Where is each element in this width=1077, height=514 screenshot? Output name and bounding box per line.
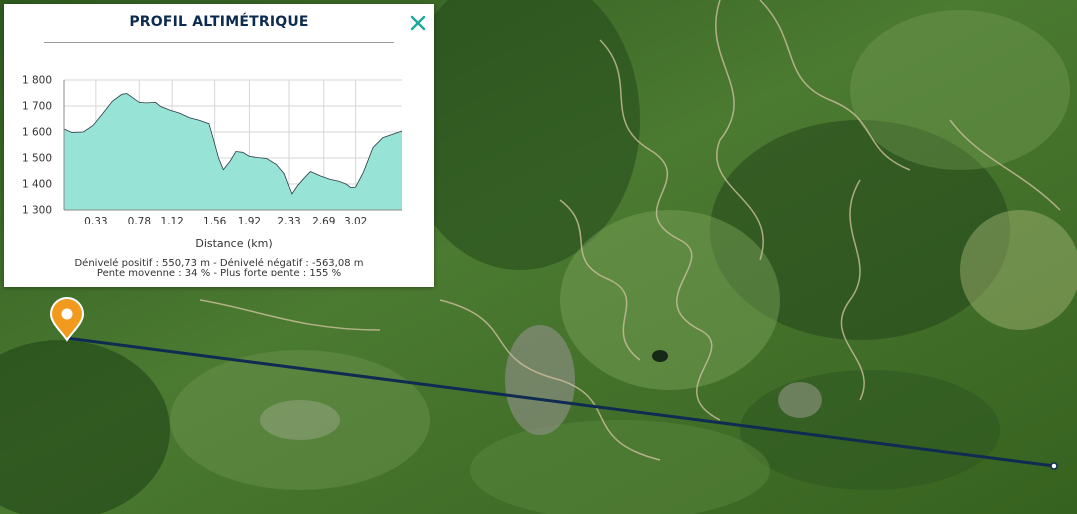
- x-tick-label: 1,56: [203, 216, 227, 224]
- route-end-point[interactable]: [1050, 462, 1058, 470]
- title-divider: [44, 42, 394, 43]
- chart-area-layer: [63, 93, 403, 210]
- x-tick-label: 1,92: [238, 216, 261, 224]
- x-tick-label: 0,33: [84, 216, 107, 224]
- slope-stats: Pente moyenne : 34 % - Plus forte pente …: [96, 268, 342, 276]
- elevation-area: [64, 93, 402, 210]
- y-tick-label: 1 800: [22, 75, 52, 87]
- x-tick-label: 2,33: [277, 216, 300, 224]
- y-tick-label: 1 400: [22, 179, 52, 191]
- x-tick-label: 2,69: [312, 216, 335, 224]
- y-tick-label: 1 600: [22, 127, 52, 139]
- x-tick-label: 3,02: [344, 216, 367, 224]
- elevation-chart: 1 300 1 400 1 500 1 600 1 700 1 800 0,33 0,78 1,…: [22, 75, 403, 224]
- y-tick-label: 1 500: [22, 153, 52, 165]
- y-tick-label: 1 300: [22, 205, 52, 217]
- y-tick-label: 1 700: [22, 101, 52, 113]
- panel-title: PROFIL ALTIMÉTRIQUE: [129, 14, 309, 30]
- x-tick-label: 0,78: [128, 216, 151, 224]
- x-axis-label: Distance (km): [195, 237, 273, 250]
- close-icon[interactable]: [407, 12, 429, 34]
- elevation-profile-panel: PROFIL ALTIMÉTRIQUE 1 300 1 400 1 500 1 600…: [4, 4, 434, 287]
- x-tick-label: 1,12: [160, 216, 183, 224]
